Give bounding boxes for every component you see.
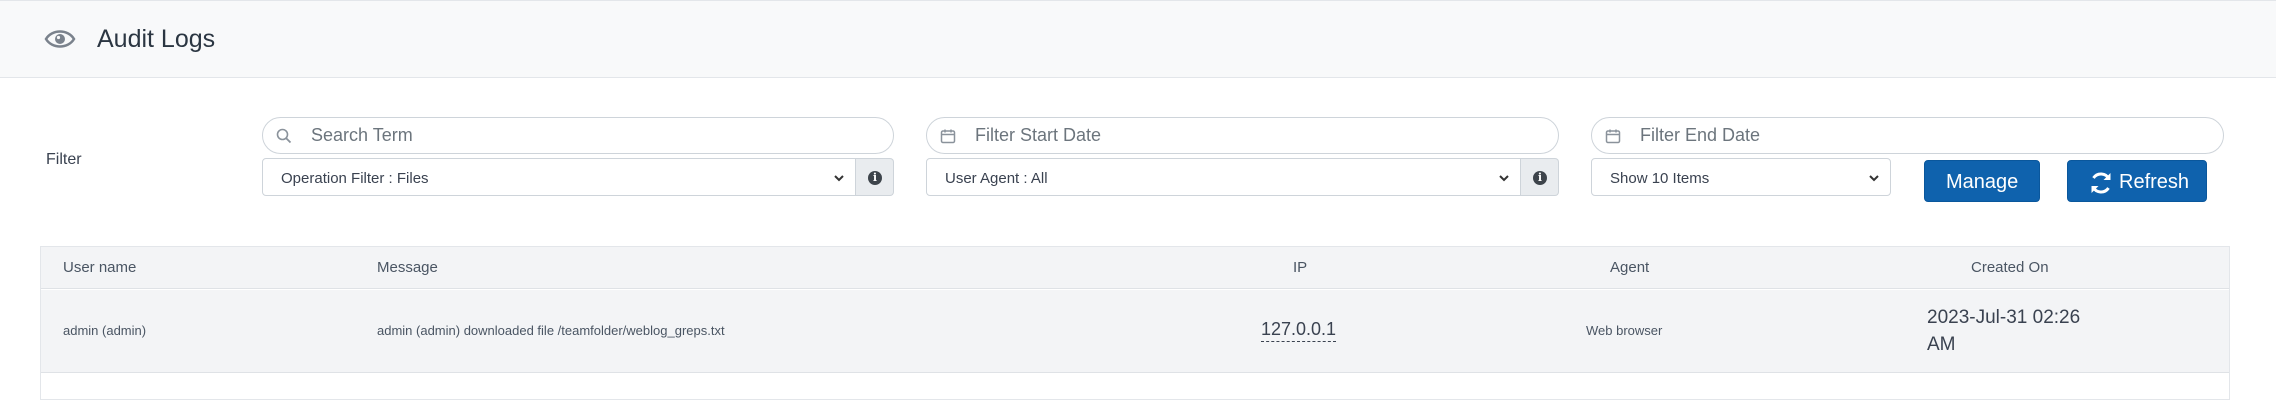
start-date-input[interactable]: [975, 118, 1546, 153]
column-header-user-name[interactable]: User name: [63, 259, 136, 276]
column-header-ip[interactable]: IP: [1293, 259, 1307, 276]
search-input[interactable]: [311, 118, 881, 153]
user-agent-value: User Agent : All: [945, 170, 1048, 187]
end-date-field[interactable]: [1591, 117, 2224, 154]
table-header: User name Message IP Agent Created On: [41, 247, 2229, 289]
search-icon: [276, 128, 292, 144]
column-header-agent[interactable]: Agent: [1610, 259, 1649, 276]
refresh-button[interactable]: Refresh: [2067, 160, 2207, 202]
page-size-value: Show 10 Items: [1610, 170, 1710, 187]
operation-filter-select[interactable]: Operation Filter : Files: [262, 158, 856, 196]
start-date-field[interactable]: [926, 117, 1559, 154]
table-row[interactable]: admin (admin) admin (admin) downloaded f…: [41, 290, 2229, 373]
column-header-created-on[interactable]: Created On: [1971, 259, 2049, 276]
operation-info-button[interactable]: i: [856, 158, 894, 196]
row-created-on: 2023-Jul-31 02:26 AM: [1927, 307, 2081, 355]
manage-button-label: Manage: [1946, 171, 2019, 193]
filter-label: Filter: [46, 151, 82, 168]
row-agent: Web browser: [1586, 323, 1663, 338]
page-header: Audit Logs: [0, 0, 2276, 78]
manage-button[interactable]: Manage: [1924, 160, 2040, 202]
audit-log-table: User name Message IP Agent Created On ad…: [40, 246, 2230, 400]
user-agent-select[interactable]: User Agent : All: [926, 158, 1521, 196]
row-user-name: admin (admin): [63, 323, 147, 338]
info-icon: i: [868, 171, 882, 185]
operation-filter-value: Operation Filter : Files: [281, 170, 429, 187]
refresh-button-label: Refresh: [2119, 171, 2190, 193]
refresh-icon: [2091, 172, 2111, 194]
eye-icon: [44, 30, 76, 48]
chevron-down-icon: [1869, 175, 1879, 182]
info-icon: i: [1533, 171, 1547, 185]
user-agent-info-button[interactable]: i: [1521, 158, 1559, 196]
end-date-input[interactable]: [1640, 118, 2211, 153]
column-header-message[interactable]: Message: [377, 259, 438, 276]
search-field[interactable]: [262, 117, 894, 154]
page-size-select[interactable]: Show 10 Items: [1591, 158, 1891, 196]
row-message: admin (admin) downloaded file /teamfolde…: [377, 323, 725, 338]
calendar-icon: [1605, 129, 1621, 144]
calendar-icon: [940, 129, 956, 144]
page-title: Audit Logs: [97, 25, 216, 53]
chevron-down-icon: [834, 175, 844, 182]
row-ip-link[interactable]: 127.0.0.1: [1261, 319, 1337, 342]
chevron-down-icon: [1499, 175, 1509, 182]
